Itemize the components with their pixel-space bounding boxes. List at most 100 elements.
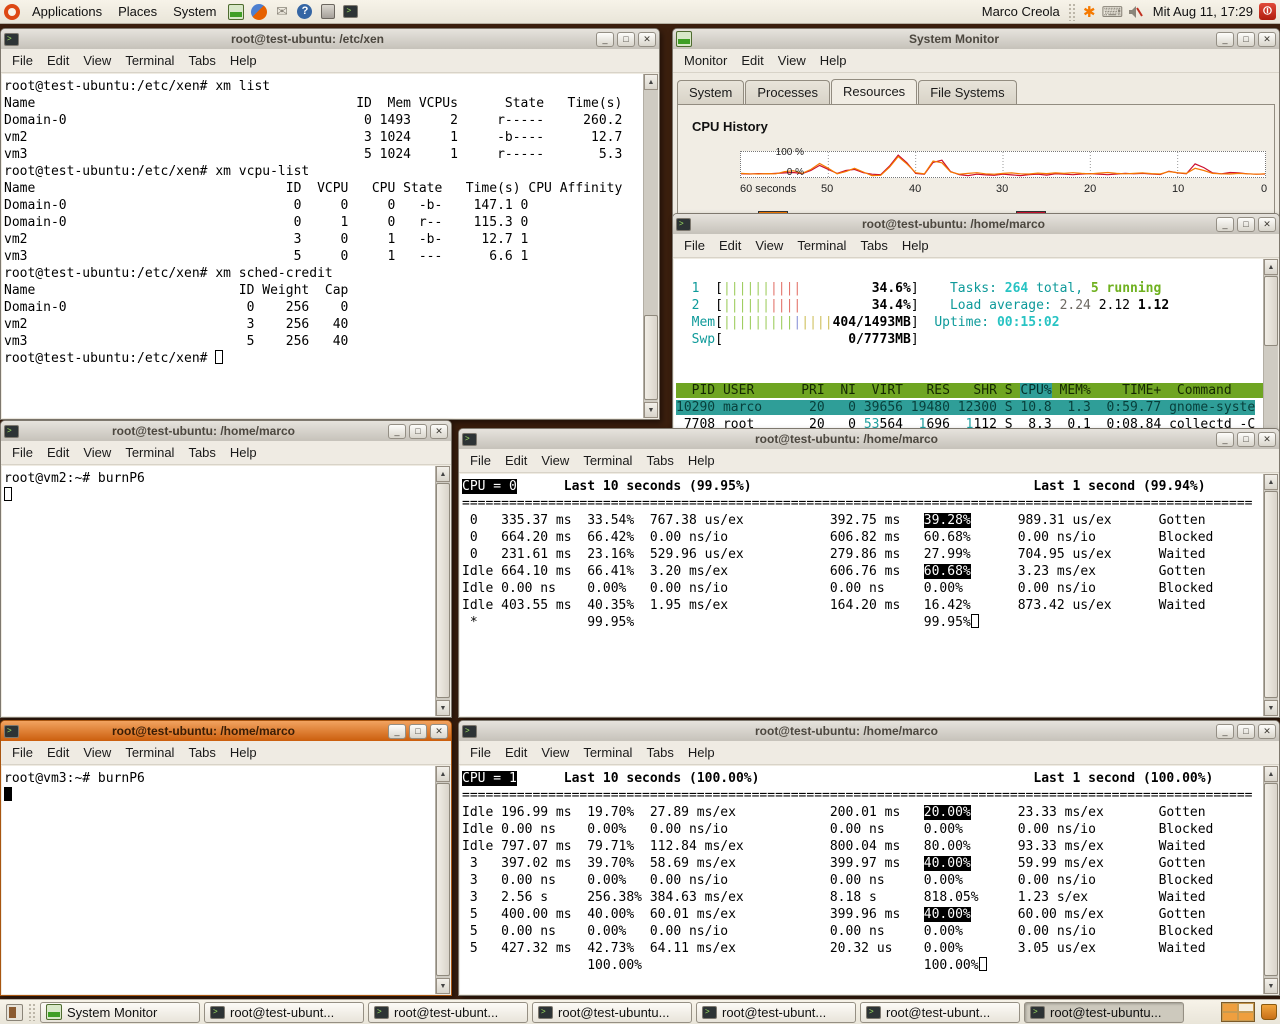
minimize-button[interactable]: _ [388, 424, 406, 439]
maximize-button[interactable]: □ [1237, 32, 1255, 47]
window-xen-terminal[interactable]: root@test-ubuntu: /etc/xen _ □ ✕ FileEdi… [0, 28, 660, 420]
menu-item-edit[interactable]: Edit [40, 443, 76, 462]
close-button[interactable]: ✕ [1258, 432, 1276, 447]
trash-icon[interactable] [1261, 1004, 1277, 1020]
menu-item-file[interactable]: File [5, 443, 40, 462]
menu-item-file[interactable]: File [463, 743, 498, 762]
tab-system[interactable]: System [677, 80, 744, 104]
menu-item-applications[interactable]: Applications [24, 2, 110, 21]
titlebar[interactable]: root@test-ubuntu: /home/marco _ □ ✕ [1, 421, 451, 441]
maximize-button[interactable]: □ [1237, 724, 1255, 739]
menu-item-edit[interactable]: Edit [40, 51, 76, 70]
terminal-output[interactable]: CPU = 0 Last 10 seconds (99.95%) Last 1 … [460, 474, 1263, 716]
close-button[interactable]: ✕ [1258, 217, 1276, 232]
menu-item-terminal[interactable]: Terminal [118, 443, 181, 462]
mail-launcher[interactable]: ✉ [273, 3, 290, 20]
taskbar-button-0[interactable]: System Monitor [40, 1002, 200, 1023]
scroll-up-icon[interactable]: ▲ [1264, 259, 1278, 275]
scrollbar[interactable]: ▲ ▼ [435, 766, 450, 994]
scroll-up-icon[interactable]: ▲ [1264, 474, 1278, 490]
scrollbar[interactable]: ▲ ▼ [643, 74, 658, 418]
show-desktop-button[interactable] [6, 1004, 23, 1021]
menu-item-tabs[interactable]: Tabs [181, 743, 222, 762]
maximize-button[interactable]: □ [617, 32, 635, 47]
workspace-3[interactable] [1222, 1012, 1238, 1021]
taskbar-button-5[interactable]: root@test-ubunt... [860, 1002, 1020, 1023]
volume-applet[interactable] [1127, 3, 1144, 20]
scrollbar-thumb[interactable] [644, 315, 658, 400]
scrollbar[interactable]: ▲ ▼ [435, 466, 450, 716]
window-xenmon-cpu1[interactable]: root@test-ubuntu: /home/marco _ □ ✕ File… [458, 720, 1280, 996]
menu-item-terminal[interactable]: Terminal [576, 451, 639, 470]
menu-item-tabs[interactable]: Tabs [639, 451, 680, 470]
workspace-4[interactable] [1238, 1012, 1254, 1021]
window-xenmon-cpu0[interactable]: root@test-ubuntu: /home/marco _ □ ✕ File… [458, 428, 1280, 718]
scroll-down-icon[interactable]: ▼ [436, 700, 450, 716]
menu-item-help[interactable]: Help [223, 743, 264, 762]
maximize-button[interactable]: □ [1237, 217, 1255, 232]
menu-item-view[interactable]: View [534, 451, 576, 470]
minimize-button[interactable]: _ [388, 724, 406, 739]
tab-resources[interactable]: Resources [831, 79, 917, 105]
taskbar-button-1[interactable]: root@test-ubunt... [204, 1002, 364, 1023]
user-switcher[interactable]: Marco Creola [976, 4, 1066, 19]
menu-item-view[interactable]: View [771, 51, 813, 70]
menu-item-edit[interactable]: Edit [498, 743, 534, 762]
tasklist-handle[interactable] [28, 1003, 36, 1021]
titlebar[interactable]: root@test-ubuntu: /etc/xen _ □ ✕ [1, 29, 659, 49]
terminal-output[interactable]: CPU = 1 Last 10 seconds (100.00%) Last 1… [460, 766, 1263, 994]
titlebar[interactable]: root@test-ubuntu: /home/marco _ □ ✕ [459, 721, 1279, 741]
titlebar[interactable]: root@test-ubuntu: /home/marco _ □ ✕ [459, 429, 1279, 449]
menu-item-view[interactable]: View [534, 743, 576, 762]
menu-item-file[interactable]: File [5, 743, 40, 762]
window-vm2-terminal[interactable]: root@test-ubuntu: /home/marco _ □ ✕ File… [0, 420, 452, 718]
maximize-button[interactable]: □ [409, 724, 427, 739]
tab-file-systems[interactable]: File Systems [918, 80, 1016, 104]
keyboard-indicator[interactable]: ⌨ [1104, 3, 1121, 20]
scrollbar-thumb[interactable] [436, 483, 450, 698]
menu-item-places[interactable]: Places [110, 2, 165, 21]
taskbar-button-6[interactable]: root@test-ubuntu... [1024, 1002, 1184, 1023]
menu-item-tabs[interactable]: Tabs [853, 236, 894, 255]
terminal-output[interactable]: root@test-ubuntu:/etc/xen# xm listName I… [2, 74, 643, 418]
close-button[interactable]: ✕ [1258, 724, 1276, 739]
help-launcher[interactable]: ? [296, 3, 313, 20]
clock[interactable]: Mit Aug 11, 17:29 [1147, 4, 1259, 19]
menu-item-view[interactable]: View [76, 743, 118, 762]
taskbar-button-3[interactable]: root@test-ubuntu... [532, 1002, 692, 1023]
workspace-switcher[interactable] [1221, 1002, 1255, 1022]
scroll-down-icon[interactable]: ▼ [1264, 700, 1278, 716]
scrollbar-thumb[interactable] [1264, 491, 1278, 698]
scroll-up-icon[interactable]: ▲ [436, 466, 450, 482]
menu-item-help[interactable]: Help [681, 451, 722, 470]
computer-launcher[interactable] [319, 3, 336, 20]
maximize-button[interactable]: □ [409, 424, 427, 439]
minimize-button[interactable]: _ [596, 32, 614, 47]
minimize-button[interactable]: _ [1216, 217, 1234, 232]
menu-item-edit[interactable]: Edit [734, 51, 770, 70]
scroll-down-icon[interactable]: ▼ [436, 978, 450, 994]
scrollbar[interactable]: ▲ ▼ [1263, 766, 1278, 994]
scroll-up-icon[interactable]: ▲ [436, 766, 450, 782]
scroll-down-icon[interactable]: ▼ [644, 402, 658, 418]
menu-item-help[interactable]: Help [813, 51, 854, 70]
titlebar[interactable]: root@test-ubuntu: /home/marco _ □ ✕ [1, 721, 451, 741]
workspace-2[interactable] [1238, 1003, 1254, 1012]
titlebar[interactable]: System Monitor _ □ ✕ [673, 29, 1279, 49]
minimize-button[interactable]: _ [1216, 724, 1234, 739]
close-button[interactable]: ✕ [430, 424, 448, 439]
minimize-button[interactable]: _ [1216, 32, 1234, 47]
menu-item-edit[interactable]: Edit [712, 236, 748, 255]
menu-item-help[interactable]: Help [223, 51, 264, 70]
menu-item-tabs[interactable]: Tabs [181, 51, 222, 70]
scrollbar-thumb[interactable] [1264, 783, 1278, 976]
menu-item-monitor[interactable]: Monitor [677, 51, 734, 70]
firefox-launcher[interactable] [250, 3, 267, 20]
menu-item-terminal[interactable]: Terminal [118, 51, 181, 70]
scrollbar-thumb[interactable] [436, 783, 450, 976]
scroll-up-icon[interactable]: ▲ [644, 74, 658, 90]
terminal-output[interactable]: root@vm3:~# burnP6 [2, 766, 435, 994]
menu-item-view[interactable]: View [748, 236, 790, 255]
menu-item-terminal[interactable]: Terminal [790, 236, 853, 255]
scroll-down-icon[interactable]: ▼ [1264, 978, 1278, 994]
